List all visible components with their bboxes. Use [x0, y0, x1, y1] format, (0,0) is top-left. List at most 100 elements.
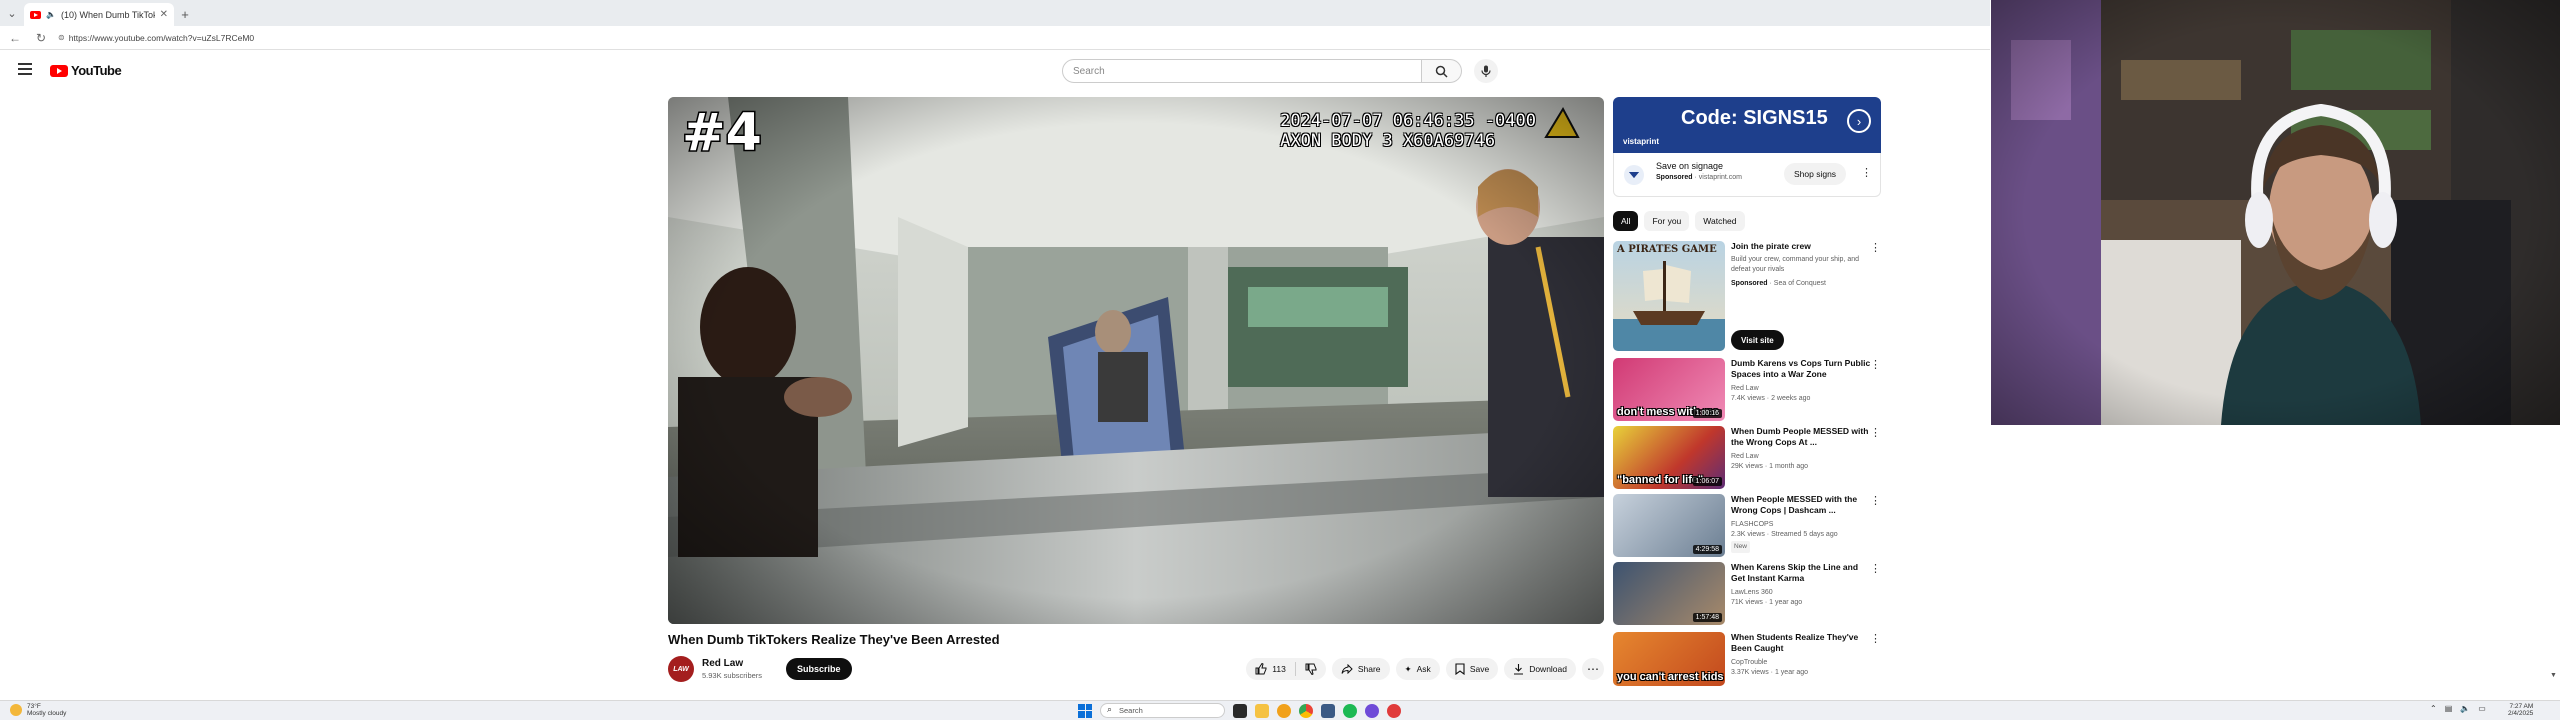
rec-channel[interactable]: FLASHCOPS: [1731, 520, 1871, 530]
windows-taskbar: 73°F Mostly cloudy Search ⌃ ▤ 🔈 ▭ 7:27 A…: [0, 700, 2560, 720]
app-icon[interactable]: [1365, 703, 1379, 718]
file-explorer-icon[interactable]: [1255, 703, 1269, 718]
like-button[interactable]: 113: [1246, 658, 1295, 680]
voice-search-button[interactable]: [1474, 59, 1498, 83]
visit-site-button[interactable]: Visit site: [1731, 330, 1784, 350]
video-thumbnail[interactable]: don't mess with me 1:00:16: [1613, 358, 1725, 421]
rec-more-icon[interactable]: ⋮: [1870, 632, 1881, 645]
chrome-icon[interactable]: [1299, 703, 1313, 718]
share-button[interactable]: Share: [1331, 658, 1390, 680]
weather-sun-icon: [10, 704, 22, 716]
rec-more-icon[interactable]: ⋮: [1870, 358, 1881, 371]
save-button[interactable]: Save: [1445, 658, 1499, 680]
ad-more-icon[interactable]: ⋮: [1861, 166, 1872, 179]
thumbs-down-icon: [1305, 663, 1317, 675]
subscribe-button[interactable]: Subscribe: [786, 658, 852, 680]
search-button[interactable]: [1422, 59, 1462, 83]
advertiser-logo-icon: [1624, 165, 1644, 185]
video-thumbnail[interactable]: 4:29:58: [1613, 494, 1725, 557]
video-thumbnail[interactable]: you can't arrest kids: [1613, 632, 1725, 686]
download-button[interactable]: Download: [1504, 658, 1576, 680]
rec-title[interactable]: When Karens Skip the Line and Get Instan…: [1731, 562, 1871, 584]
back-arrow-icon[interactable]: ←: [6, 31, 24, 45]
rec-title[interactable]: Dumb Karens vs Cops Turn Public Spaces i…: [1731, 358, 1871, 380]
rec-title[interactable]: When People MESSED with the Wrong Cops |…: [1731, 494, 1871, 516]
channel-avatar[interactable]: LAW: [668, 656, 694, 682]
like-count: 113: [1272, 664, 1286, 674]
list-item[interactable]: don't mess with me 1:00:16 Dumb Karens v…: [1613, 358, 1881, 424]
reload-icon[interactable]: ↻: [32, 31, 50, 45]
app-icon[interactable]: [1277, 703, 1291, 718]
ad-cta-button[interactable]: Shop signs: [1784, 163, 1847, 185]
download-label: Download: [1529, 664, 1567, 674]
chip-all[interactable]: All: [1613, 211, 1639, 231]
search-input[interactable]: Search: [1062, 59, 1422, 83]
menu-icon[interactable]: [18, 63, 32, 75]
youtube-favicon-icon: [30, 10, 41, 19]
speaker-icon: 🔈: [46, 10, 56, 19]
video-player[interactable]: #4 2024-07-07 06:46:35 -0400 AXON BODY 3…: [668, 97, 1604, 624]
rec-more-icon[interactable]: ⋮: [1870, 426, 1881, 439]
ask-button[interactable]: ✦ Ask: [1395, 658, 1440, 680]
bodycam-timestamp-line2: AXON BODY 3 X60A69746: [1280, 131, 1496, 151]
more-actions-icon[interactable]: ⋯: [1582, 658, 1604, 680]
weather-widget[interactable]: 73°F Mostly cloudy: [10, 703, 66, 717]
rec-more-icon[interactable]: ⋮: [1870, 241, 1881, 254]
tab-close-icon[interactable]: ✕: [160, 9, 168, 20]
tab-list-chevron-icon[interactable]: ⌄: [0, 0, 24, 26]
recommendation-filter-chips: All For you Watched: [1613, 211, 1745, 231]
taskbar-clock[interactable]: 7:27 AM 2/4/2025: [2508, 703, 2533, 717]
app-icon[interactable]: [1321, 703, 1335, 718]
video-thumbnail[interactable]: 1:57:48: [1613, 562, 1725, 625]
spotify-icon[interactable]: [1343, 703, 1357, 718]
rec-channel[interactable]: Red Law: [1731, 452, 1871, 462]
ad-sponsored-line: Sponsored · vistaprint.com: [1656, 174, 1742, 181]
video-thumbnail[interactable]: "banned for life" 1:06:07: [1613, 426, 1725, 489]
list-item[interactable]: 1:57:48 When Karens Skip the Line and Ge…: [1613, 562, 1881, 628]
video-frame-airport-counter: [668, 97, 1604, 624]
rec-channel[interactable]: CopTrouble: [1731, 658, 1871, 668]
tab-title: (10) When Dumb TikTokers Re: [60, 9, 155, 20]
rec-title[interactable]: When Dumb People MESSED with the Wrong C…: [1731, 426, 1871, 448]
rec-title[interactable]: When Students Realize They've Been Caugh…: [1731, 632, 1871, 654]
network-icon[interactable]: ▤: [2445, 704, 2453, 713]
share-label: Share: [1357, 664, 1381, 674]
sponsored-game-card[interactable]: A PIRATES GAME Join the pirate crew Buil…: [1613, 241, 1881, 353]
ad-thumbnail[interactable]: A PIRATES GAME: [1613, 241, 1725, 351]
microphone-icon: [1481, 65, 1491, 77]
rec-channel[interactable]: Red Law: [1731, 384, 1871, 394]
taskbar-search[interactable]: Search: [1100, 703, 1225, 718]
youtube-logo[interactable]: YouTube: [50, 63, 122, 78]
ad-arrow-icon[interactable]: ›: [1847, 109, 1871, 133]
rec-more-icon[interactable]: ⋮: [1870, 494, 1881, 507]
rec-title[interactable]: Join the pirate crew: [1731, 241, 1871, 252]
new-tab-button[interactable]: +: [174, 3, 196, 26]
list-item[interactable]: "banned for life" 1:06:07 When Dumb Peop…: [1613, 426, 1881, 492]
rec-meta: 2.3K views · Streamed 5 days ago: [1731, 531, 1838, 538]
channel-name[interactable]: Red Law: [702, 658, 743, 669]
site-info-icon[interactable]: ⊜: [58, 33, 65, 42]
url-field[interactable]: ⊜ https://www.youtube.com/watch?v=uZsL7R…: [58, 33, 254, 43]
browser-tab-active[interactable]: 🔈 (10) When Dumb TikTokers Re ✕: [24, 3, 174, 26]
list-item[interactable]: you can't arrest kids When Students Real…: [1613, 632, 1881, 698]
search-icon: [1435, 65, 1448, 78]
dislike-button[interactable]: [1296, 658, 1326, 680]
volume-icon[interactable]: 🔈: [2460, 704, 2470, 713]
task-view-icon[interactable]: [1233, 703, 1247, 718]
ad-title[interactable]: Save on signage: [1656, 161, 1723, 171]
chip-for-you[interactable]: For you: [1644, 211, 1690, 231]
duration-badge: 1:57:48: [1692, 613, 1722, 622]
tray-chevron-icon[interactable]: ⌃: [2430, 704, 2437, 713]
chip-watched[interactable]: Watched: [1695, 211, 1745, 231]
rec-advertiser: Sea of Conquest: [1773, 280, 1826, 287]
ad-banner[interactable]: Code: SIGNS15 › vistaprint: [1613, 97, 1881, 153]
download-icon: [1514, 664, 1524, 675]
app-icon[interactable]: [1387, 703, 1401, 718]
rec-more-icon[interactable]: ⋮: [1870, 562, 1881, 575]
list-item[interactable]: 4:29:58 When People MESSED with the Wron…: [1613, 494, 1881, 560]
battery-icon[interactable]: ▭: [2478, 704, 2486, 713]
windows-start-icon[interactable]: [1078, 703, 1092, 718]
clock-date: 2/4/2025: [2508, 710, 2534, 717]
scroll-down-arrow-icon[interactable]: ▼: [2550, 672, 2557, 679]
rec-channel[interactable]: LawLens 360: [1731, 588, 1871, 598]
